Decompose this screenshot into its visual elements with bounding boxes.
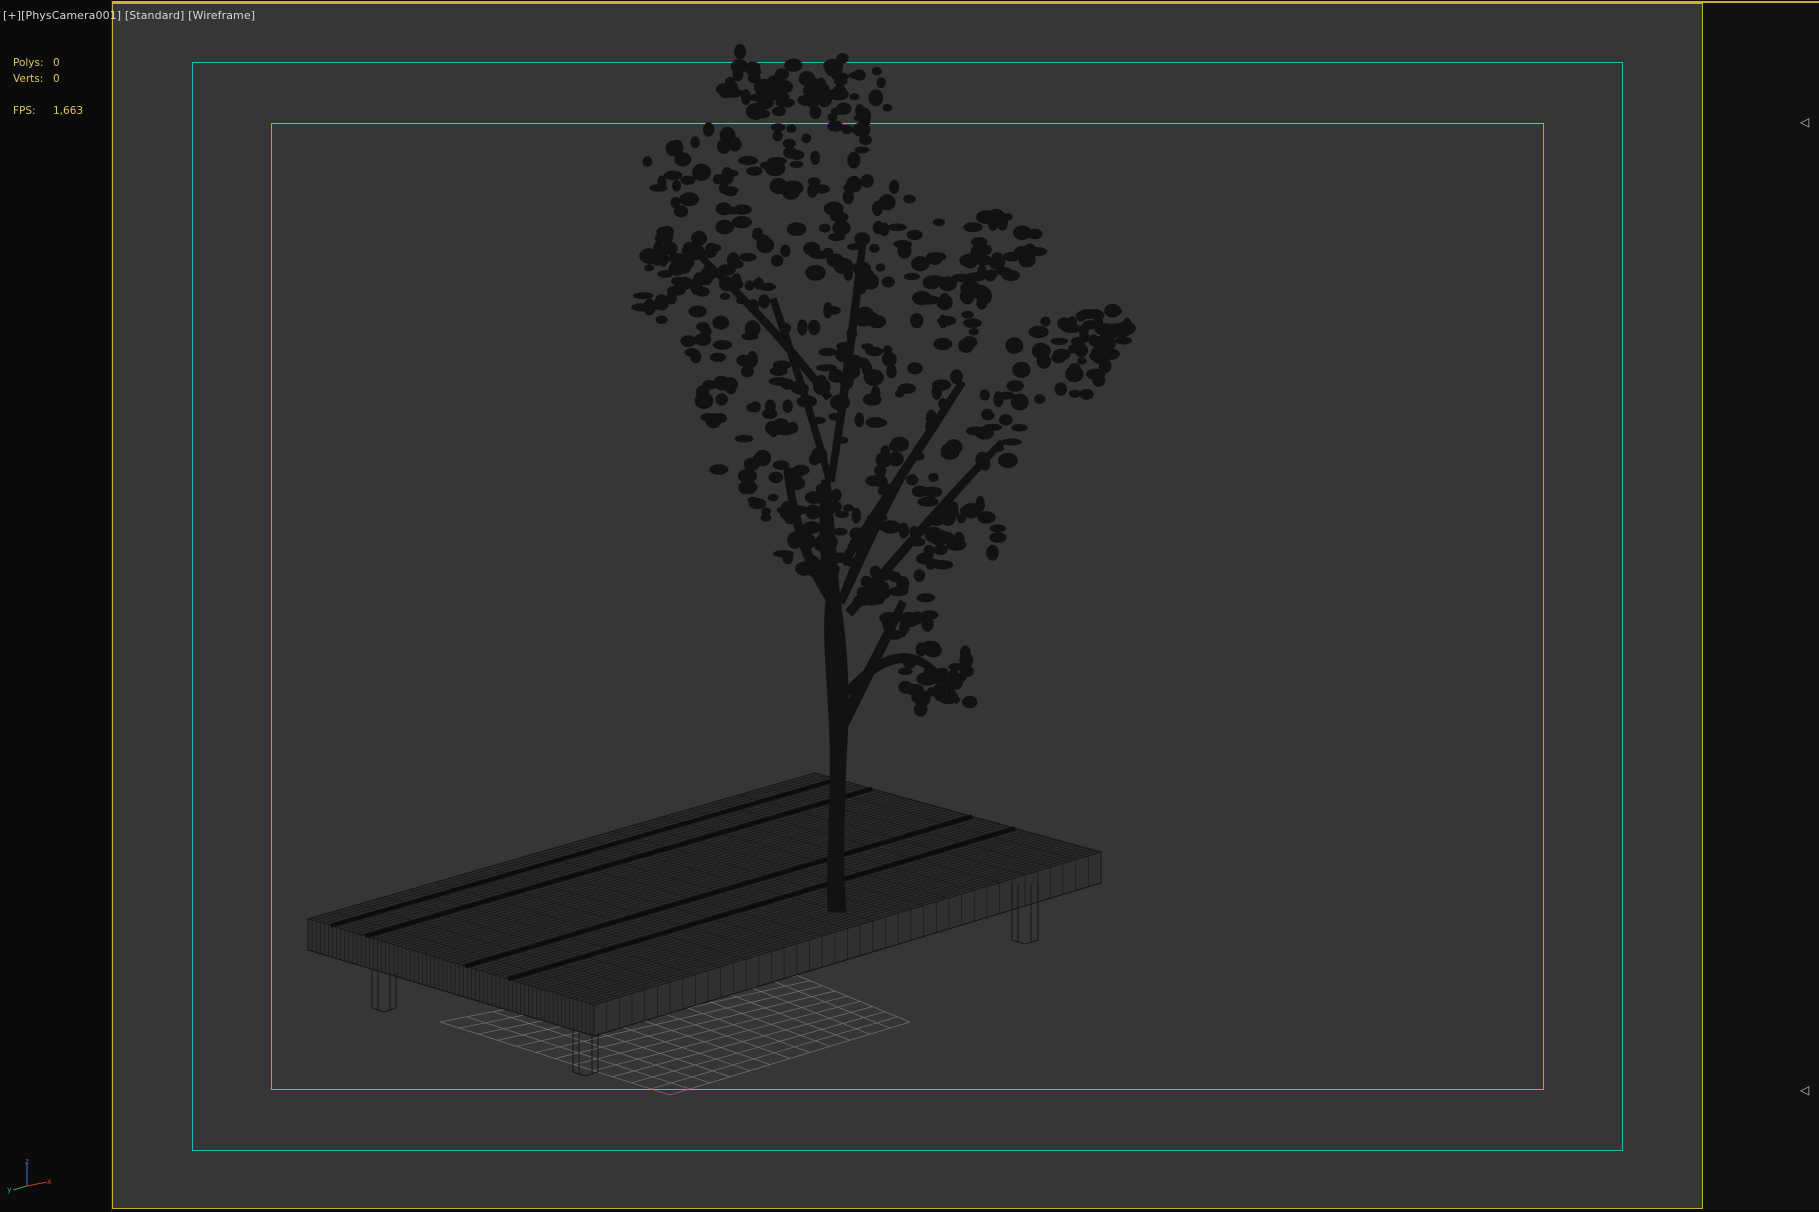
axis-z-label: z bbox=[25, 1157, 29, 1166]
right-panel-strip bbox=[1704, 3, 1819, 1209]
stat-verts-value: 0 bbox=[53, 73, 60, 85]
axis-x-label: x bbox=[47, 1177, 52, 1186]
stat-polys-value: 0 bbox=[53, 57, 60, 69]
viewport-general-menu[interactable]: [+] bbox=[3, 9, 21, 22]
viewport-shading-preset-menu[interactable]: [Standard] bbox=[125, 9, 185, 22]
stat-verts-label: Verts: bbox=[13, 73, 44, 85]
stat-verts: Verts: 0 bbox=[13, 73, 60, 85]
viewport-label-menu[interactable]: [+][PhysCamera001] [Standard] [Wireframe… bbox=[3, 9, 255, 22]
stat-polys-label: Polys: bbox=[13, 57, 44, 69]
stat-fps: FPS: 1,663 bbox=[13, 105, 83, 117]
viewport-camera-menu[interactable]: [PhysCamera001] bbox=[21, 9, 121, 22]
safe-frame-marker-top-icon: ◁ bbox=[1800, 115, 1810, 129]
stat-fps-label: FPS: bbox=[13, 105, 36, 117]
axis-tripod-gizmo-icon: z x y bbox=[7, 1157, 52, 1194]
viewport-display-mode-menu[interactable]: [Wireframe] bbox=[188, 9, 255, 22]
safe-frame-marker-bottom-icon: ◁ bbox=[1800, 1083, 1810, 1097]
camera-viewport[interactable] bbox=[112, 3, 1703, 1209]
stat-fps-value: 1,663 bbox=[53, 105, 84, 117]
stat-polys: Polys: 0 bbox=[13, 57, 60, 69]
axis-y-label: y bbox=[7, 1185, 12, 1194]
